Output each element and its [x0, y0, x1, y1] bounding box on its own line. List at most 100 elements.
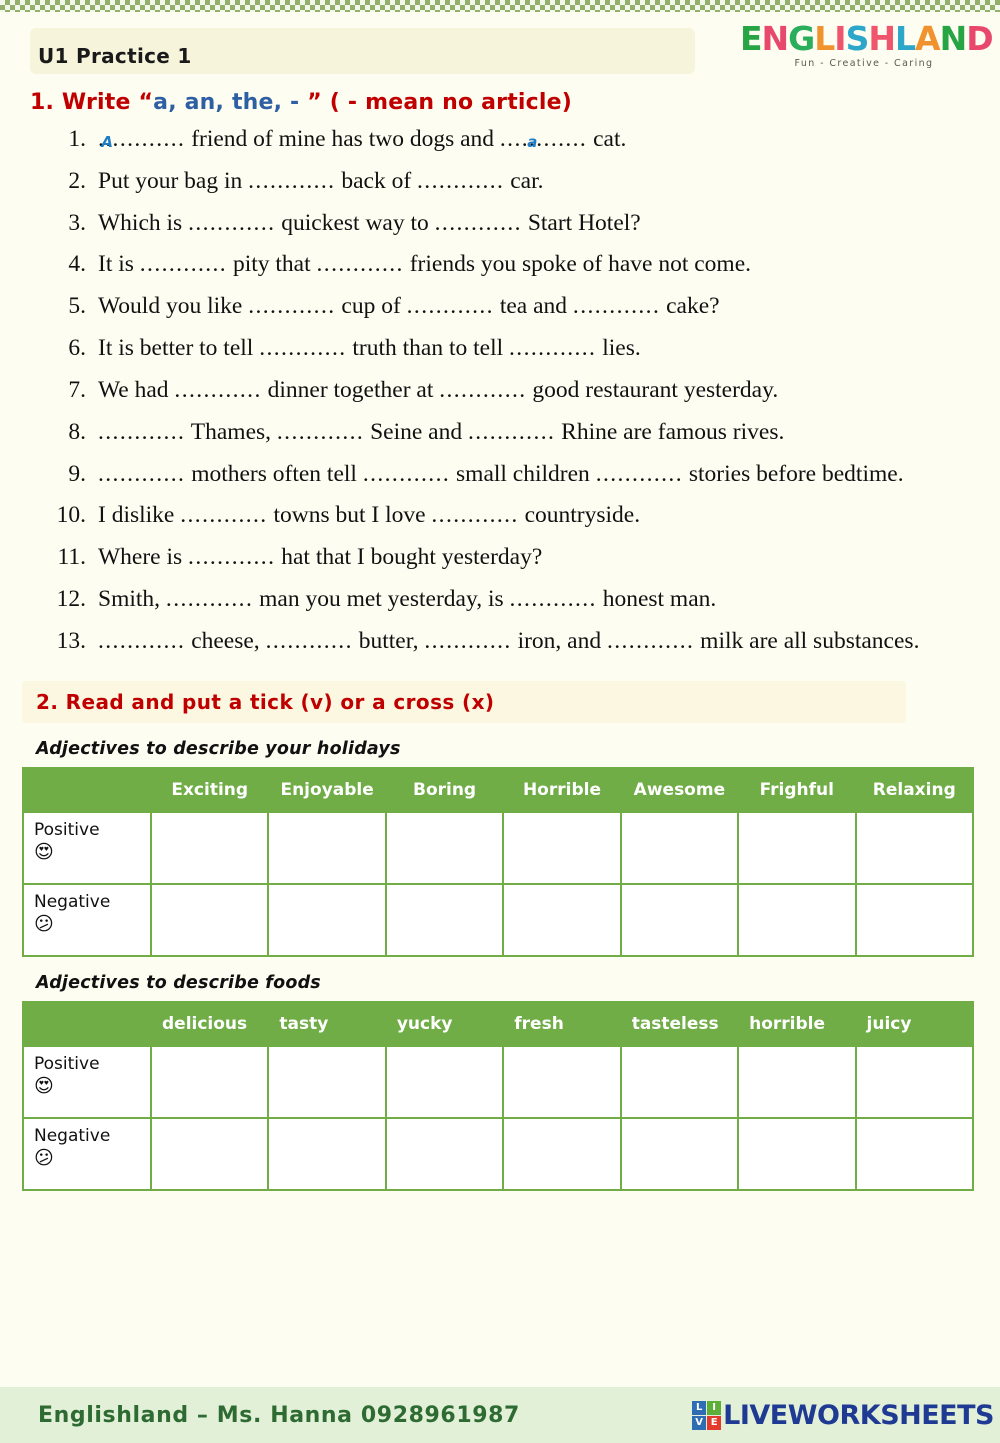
answer-cell[interactable]	[384, 810, 505, 885]
answer-blank[interactable]: ............	[188, 210, 275, 236]
page-footer: Englishland – Ms. Hanna 0928961987 LIVE …	[0, 1387, 1000, 1443]
answer-blank[interactable]: ............	[266, 628, 353, 654]
column-header: Enjoyable	[267, 766, 387, 813]
answer-cell[interactable]	[854, 882, 975, 957]
question-text: It is	[98, 251, 140, 278]
answer-cell[interactable]	[737, 1116, 857, 1191]
answer-blank[interactable]: ............	[174, 377, 261, 403]
liveworksheets-logo: LIVE LIVEWORKSHEETS	[692, 1400, 994, 1431]
answer-cell[interactable]	[384, 1044, 505, 1119]
exercise-2-banner: 2. Read and put a tick (v) or a cross (x…	[22, 680, 906, 723]
answer-cell[interactable]	[619, 810, 740, 885]
answer-cell[interactable]	[384, 1116, 505, 1191]
answer-cell[interactable]	[267, 810, 387, 885]
answer-cell[interactable]	[149, 882, 270, 957]
logo-letter-5: S	[845, 19, 870, 58]
answer-cell[interactable]	[502, 1044, 622, 1119]
column-header: Exciting	[149, 766, 270, 813]
answer-cell[interactable]	[149, 1116, 270, 1191]
answer-blank[interactable]: ............	[435, 210, 522, 236]
answer-cell[interactable]	[737, 882, 857, 957]
row-label-text: Negative	[34, 891, 111, 912]
answer-blank[interactable]: ............	[363, 461, 450, 487]
answer-cell[interactable]	[502, 1116, 622, 1191]
answer-cell[interactable]	[149, 810, 270, 885]
table-caption: Adjectives to describe your holidays	[36, 738, 401, 759]
answer-blank[interactable]: ............	[500, 126, 587, 152]
question-text: small children	[450, 460, 596, 487]
answer-blank[interactable]: ............	[277, 419, 364, 445]
question-text: Smith,	[98, 586, 166, 613]
exercise-2-heading: 2. Read and put a tick (v) or a cross (x…	[36, 689, 495, 714]
answer-cell[interactable]	[737, 1044, 857, 1119]
answer-cell[interactable]	[854, 1116, 975, 1191]
answer-cell[interactable]	[854, 810, 975, 885]
question-text: mothers often tell	[185, 460, 363, 487]
answer-blank[interactable]: ............	[431, 502, 518, 528]
answer-blank[interactable]: ............	[510, 586, 597, 612]
answer-blank[interactable]: ............	[417, 168, 504, 194]
question-text: Would you like	[98, 293, 249, 320]
answer-blank[interactable]: ............	[468, 419, 555, 445]
answer-cell[interactable]	[619, 1116, 740, 1191]
answer-blank[interactable]: ............	[166, 586, 253, 612]
column-header: horrible	[737, 1000, 857, 1047]
answer-cell[interactable]	[854, 1044, 975, 1119]
logo-letter-1: N	[761, 19, 790, 58]
answer-cell[interactable]	[384, 882, 505, 957]
question-text: cheese,	[185, 627, 266, 654]
logo-letter-6: H	[868, 19, 896, 58]
answer-blank[interactable]: ............	[180, 502, 267, 528]
positive-emoji-icon: 😍	[34, 840, 54, 863]
logo-letter-8: A	[915, 19, 941, 58]
logo-letter-10: D	[966, 19, 993, 58]
answer-blank[interactable]: ............	[607, 628, 694, 654]
answer-blank[interactable]: ............	[248, 293, 335, 319]
exercise-1-item: We had ............ dinner together at .…	[52, 370, 978, 412]
answer-cell[interactable]	[502, 810, 622, 885]
exercise-1-question-list: ............ A friend of mine has two dog…	[0, 119, 1000, 663]
answer-cell[interactable]	[267, 1044, 387, 1119]
tick-cross-table: Exciting Enjoyable Boring Horrible Awesome Fr…	[22, 766, 975, 957]
answer-blank[interactable]: ............	[509, 335, 596, 361]
answer-blank[interactable]: ............	[98, 461, 185, 487]
question-text: lies.	[596, 335, 641, 362]
answer-blank[interactable]: ............	[98, 628, 185, 654]
answer-blank[interactable]: ............	[188, 544, 275, 570]
exercise-1-item: Put your bag in ............ back of ...…	[52, 161, 978, 203]
answer-blank[interactable]: ............	[140, 251, 227, 277]
answer-blank[interactable]: ............	[259, 335, 346, 361]
column-header: Horrible	[502, 766, 622, 813]
answer-blank[interactable]: ............	[439, 377, 526, 403]
column-header: Relaxing	[854, 766, 975, 813]
table-row: Positive 😍	[22, 1044, 975, 1119]
question-text: hat that I bought yesterday?	[275, 544, 543, 571]
positive-emoji-icon: 😍	[34, 1074, 54, 1097]
question-text: cake?	[660, 293, 720, 320]
answer-cell[interactable]	[619, 882, 740, 957]
row-label-cell: Negative 😕	[22, 882, 152, 957]
answer-cell[interactable]	[737, 810, 857, 885]
row-label-text: Positive	[34, 1053, 100, 1074]
exercise-1-item: ............ mothers often tell ........…	[52, 454, 978, 496]
exercise-1-item: I dislike ............ towns but I love …	[52, 495, 978, 537]
answer-cell[interactable]	[267, 1116, 387, 1191]
answer-cell[interactable]	[619, 1044, 740, 1119]
row-label-cell: Negative 😕	[22, 1116, 152, 1191]
answer-blank[interactable]: ............	[317, 251, 404, 277]
question-text: tea and	[493, 293, 573, 320]
answer-blank[interactable]: ............	[596, 461, 683, 487]
answer-blank[interactable]: ............	[424, 628, 511, 654]
column-header: tasty	[267, 1000, 387, 1047]
answer-blank[interactable]: ............	[98, 419, 185, 445]
exercise-1-heading-part2: ” ( - mean no article)	[307, 90, 573, 115]
answer-blank[interactable]: ............	[573, 293, 660, 319]
answer-cell[interactable]	[267, 882, 387, 957]
answer-cell[interactable]	[502, 882, 622, 957]
answer-blank[interactable]: ............	[407, 293, 494, 319]
answer-blank[interactable]: ............	[248, 168, 335, 194]
liveworksheets-wordmark: LIVEWORKSHEETS	[723, 1399, 994, 1431]
table-header-row: Exciting Enjoyable Boring Horrible Awesome Fr…	[22, 766, 975, 813]
answer-cell[interactable]	[149, 1044, 270, 1119]
exercise-1-heading-part1: 1. Write “	[30, 90, 154, 115]
